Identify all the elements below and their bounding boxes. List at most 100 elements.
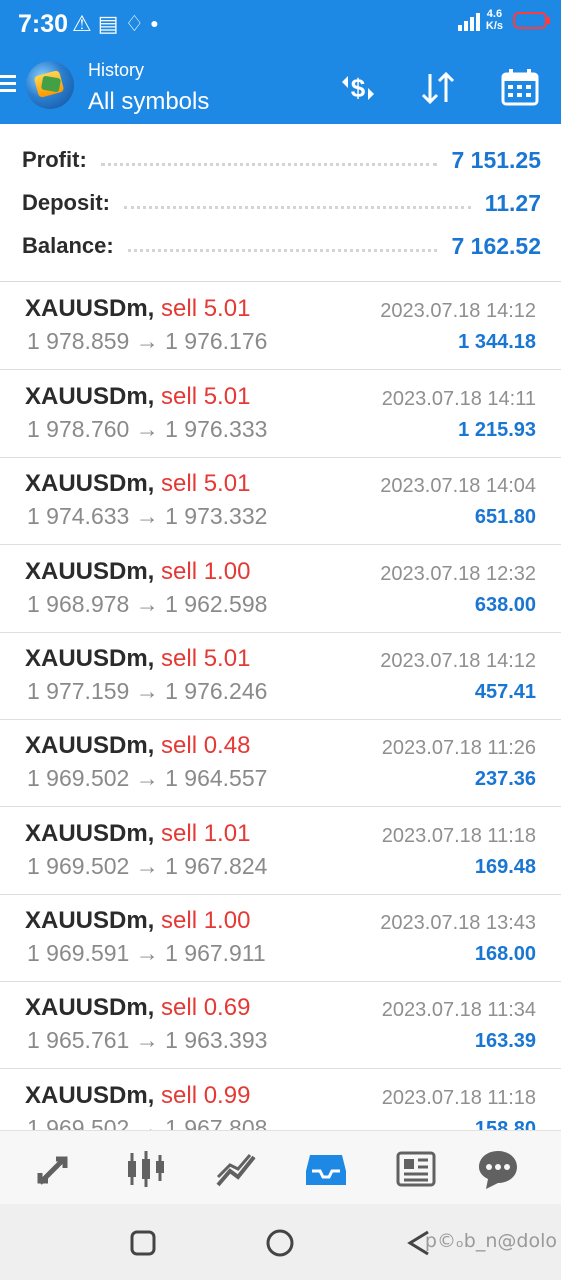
trade-side: sell 0.99: [161, 1082, 251, 1109]
menu-icon[interactable]: [0, 72, 18, 98]
trade-time: 2023.07.18 14:12: [380, 650, 536, 672]
trade-time: 2023.07.18 14:04: [380, 475, 536, 497]
balance-row: Balance: 7 162.52: [22, 226, 541, 266]
trade-prices: 1 965.761 → 1 963.393: [27, 1027, 268, 1053]
trade-row[interactable]: XAUUSDm, sell 0.99 1 969.502 → 1 967.808…: [0, 1069, 561, 1130]
status-time: 7:30: [18, 10, 69, 38]
trade-prices: 1 977.159 → 1 976.246: [27, 678, 268, 704]
trade-symbol-line: XAUUSDm, sell 1.00: [25, 907, 250, 935]
chart-tab[interactable]: [124, 1147, 168, 1191]
trade-symbol-line: XAUUSDm, sell 0.99: [25, 1082, 250, 1110]
trade-profit: 163.39: [474, 1030, 536, 1052]
trade-symbol-line: XAUUSDm, sell 0.69: [25, 994, 250, 1022]
trade-side: sell 5.01: [161, 295, 251, 322]
deposit-value: 11.27: [484, 189, 541, 216]
trade-profit: 169.48: [474, 856, 536, 878]
trade-time: 2023.07.18 14:11: [381, 388, 536, 410]
balance-value: 7 162.52: [451, 232, 541, 259]
trade-side: sell 1.00: [161, 558, 251, 585]
network-speed-unit: K/s: [485, 20, 503, 32]
currency-exchange-icon[interactable]: $: [336, 68, 380, 108]
trade-side: sell 5.01: [161, 383, 251, 410]
app-bar: History All symbols $: [0, 50, 561, 124]
trade-row[interactable]: XAUUSDm, sell 0.48 1 969.502 → 1 964.557…: [0, 719, 561, 807]
trade-row[interactable]: XAUUSDm, sell 5.01 1 978.859 → 1 976.176…: [0, 282, 561, 370]
trade-symbol: XAUUSDm,: [25, 1082, 155, 1109]
trade-prices: 1 969.591 → 1 967.911: [27, 940, 266, 966]
trade-symbol-line: XAUUSDm, sell 0.48: [25, 732, 250, 760]
trade-symbol-line: XAUUSDm, sell 1.01: [25, 820, 250, 848]
trade-profit: 638.00: [474, 594, 536, 616]
trade-symbol-line: XAUUSDm, sell 5.01: [25, 470, 250, 498]
recents-icon: [130, 1230, 156, 1256]
trade-prices: 1 969.502 → 1 964.557: [27, 765, 268, 791]
candlestick-icon: [128, 1151, 164, 1187]
trade-profit: 237.36: [474, 768, 536, 790]
trade-symbol: XAUUSDm,: [25, 383, 155, 410]
app-logo: [26, 61, 74, 109]
trade-side: sell 0.69: [161, 994, 251, 1021]
trade-time: 2023.07.18 11:18: [381, 1087, 536, 1109]
app-bar-title[interactable]: All symbols: [88, 88, 209, 116]
deposit-label: Deposit:: [22, 190, 110, 215]
trade-row[interactable]: XAUUSDm, sell 5.01 1 978.760 → 1 976.333…: [0, 370, 561, 458]
trade-time: 2023.07.18 13:43: [380, 912, 536, 934]
trade-row[interactable]: XAUUSDm, sell 5.01 1 977.159 → 1 976.246…: [0, 632, 561, 720]
status-left-icons: ⚠▤♢●: [72, 11, 165, 37]
trade-row[interactable]: XAUUSDm, sell 1.00 1 968.978 → 1 962.598…: [0, 545, 561, 633]
trade-profit: 158.80: [474, 1118, 536, 1130]
trade-profit: 1 344.18: [458, 331, 536, 353]
profit-label: Profit:: [22, 147, 87, 172]
trade-row[interactable]: XAUUSDm, sell 1.00 1 969.591 → 1 967.911…: [0, 894, 561, 982]
bottom-tab-bar: [0, 1130, 561, 1205]
trade-prices: 1 978.859 → 1 976.176: [27, 328, 268, 354]
trade-time: 2023.07.18 12:32: [380, 563, 536, 585]
app-bar-subtitle: History: [88, 60, 145, 80]
home-button[interactable]: [265, 1228, 295, 1258]
newspaper-icon: [396, 1151, 436, 1187]
profit-row: Profit: 7 151.25: [22, 140, 541, 180]
trade-symbol: XAUUSDm,: [25, 907, 155, 934]
trade-time: 2023.07.18 11:26: [381, 737, 536, 759]
recents-button[interactable]: [128, 1228, 158, 1258]
dotted-leader: [100, 155, 438, 166]
shirt-icon: ♢: [124, 11, 151, 36]
trade-row[interactable]: XAUUSDm, sell 1.01 1 969.502 → 1 967.824…: [0, 807, 561, 895]
sort-icon[interactable]: [416, 68, 460, 108]
trade-profit: 651.80: [474, 506, 536, 528]
trade-history-list[interactable]: XAUUSDm, sell 5.01 1 978.859 → 1 976.176…: [0, 282, 561, 1130]
warning-icon: ⚠: [72, 11, 98, 36]
profit-value: 7 151.25: [451, 146, 541, 173]
history-tab[interactable]: [304, 1147, 348, 1191]
trade-time: 2023.07.18 11:34: [381, 999, 536, 1021]
quotes-tab[interactable]: [34, 1147, 78, 1191]
trade-prices: 1 978.760 → 1 976.333: [27, 416, 268, 442]
trade-prices: 1 968.978 → 1 962.598: [27, 591, 268, 617]
trade-symbol-line: XAUUSDm, sell 1.00: [25, 558, 250, 586]
trade-symbol: XAUUSDm,: [25, 558, 155, 585]
trade-symbol-line: XAUUSDm, sell 5.01: [25, 295, 250, 323]
screen-icon: ▤: [97, 11, 125, 36]
trade-side: sell 1.00: [161, 907, 251, 934]
battery-icon: [513, 11, 550, 29]
trade-side: sell 0.48: [161, 732, 251, 759]
trade-symbol: XAUUSDm,: [25, 645, 155, 672]
trade-time: 2023.07.18 11:18: [381, 825, 536, 847]
chat-icon: [479, 1151, 517, 1189]
network-speed: 4.6 K/s: [486, 8, 503, 32]
trade-row[interactable]: XAUUSDm, sell 5.01 1 974.633 → 1 973.332…: [0, 457, 561, 545]
arrows-icon: [37, 1156, 68, 1185]
messages-tab[interactable]: [476, 1147, 520, 1191]
trade-tab[interactable]: [214, 1147, 258, 1191]
status-right: 4.6 K/s: [457, 8, 550, 32]
trade-profit: 168.00: [474, 943, 536, 965]
calendar-icon[interactable]: [498, 68, 542, 108]
trade-time: 2023.07.18 14:12: [380, 300, 536, 322]
network-speed-value: 4.6: [486, 8, 503, 20]
trade-row[interactable]: XAUUSDm, sell 0.69 1 965.761 → 1 963.393…: [0, 981, 561, 1069]
dotted-leader: [127, 241, 438, 252]
summary-panel: Profit: 7 151.25 Deposit: 11.27 Balance:…: [0, 124, 561, 282]
home-icon: [266, 1229, 294, 1257]
news-tab[interactable]: [394, 1147, 438, 1191]
inbox-icon: [306, 1155, 346, 1185]
